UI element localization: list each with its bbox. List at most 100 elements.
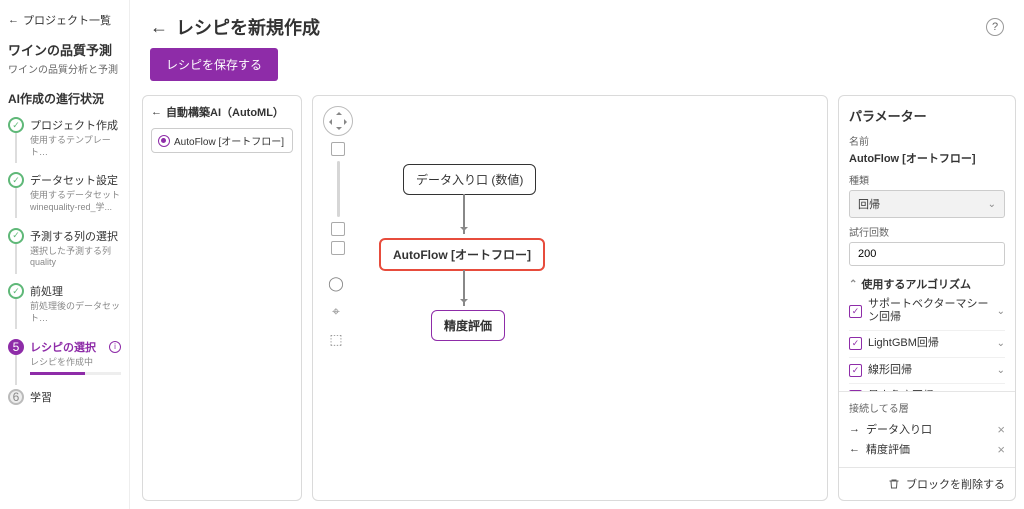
params-panel: パラメーター 名前 AutoFlow [オートフロー] 種類 回帰 ⌄ 試行回数… bbox=[838, 95, 1016, 501]
step-list: プロジェクト作成使用するテンプレート… データセット設定使用するデータセットwin… bbox=[8, 117, 121, 405]
step-title: レシピの選択i bbox=[30, 339, 121, 355]
page-title-row: ← レシピを新規作成 bbox=[150, 14, 320, 40]
delete-block-label: ブロックを削除する bbox=[906, 476, 1005, 492]
step-desc: レシピを作成中 bbox=[30, 357, 121, 369]
lasso-icon[interactable]: ◯ bbox=[327, 274, 345, 292]
step-title: 前処理 bbox=[30, 283, 121, 299]
step-title: プロジェクト作成 bbox=[30, 117, 121, 133]
remove-connection-in[interactable]: × bbox=[997, 422, 1005, 437]
step-title: 予測する列の選択 bbox=[30, 228, 121, 244]
help-icon[interactable]: ? bbox=[986, 18, 1004, 36]
chevron-down-icon: ⌄ bbox=[997, 338, 1005, 349]
trash-icon bbox=[888, 478, 900, 490]
param-trials-input[interactable] bbox=[849, 242, 1005, 266]
algorithm-list: ✓ サポートベクターマシーン回帰 ⌄ ✓ LightGBM回帰 ⌄ ✓ 線形回帰 ⌄ ✓最小角度回… bbox=[849, 292, 1005, 391]
node-autoflow[interactable]: AutoFlow [オートフロー] bbox=[379, 238, 545, 271]
arrow-left-icon: ← bbox=[849, 443, 860, 455]
arrow-left-icon: ← bbox=[8, 14, 19, 26]
page-title: レシピを新規作成 bbox=[176, 14, 320, 40]
connection-out-label: 精度評価 bbox=[866, 441, 910, 457]
step-pending-icon: 6 bbox=[8, 389, 24, 405]
step-6[interactable]: 6 学習 bbox=[8, 389, 121, 405]
project-title: ワインの品質予測 bbox=[8, 40, 121, 59]
param-type-value: 回帰 bbox=[858, 196, 880, 212]
algorithm-name: 線形回帰 bbox=[868, 364, 991, 377]
zoom-in-button[interactable] bbox=[331, 142, 345, 156]
connection-in-label: データ入り口 bbox=[866, 421, 932, 437]
algorithm-item[interactable]: ✓ サポートベクターマシーン回帰 ⌄ bbox=[849, 292, 1005, 331]
blocks-heading-label: 自動構築AI（AutoML） bbox=[166, 104, 284, 120]
page-header: ← レシピを新規作成 ? bbox=[130, 0, 1024, 48]
check-icon bbox=[8, 228, 24, 244]
zoom-out-button[interactable] bbox=[331, 222, 345, 236]
checkbox-icon[interactable]: ✓ bbox=[849, 364, 862, 377]
block-item-autoflow[interactable]: AutoFlow [オートフロー] bbox=[151, 128, 293, 153]
zoom-reset-button[interactable] bbox=[331, 241, 345, 255]
step-progress bbox=[30, 372, 121, 375]
flow-canvas[interactable]: ◯ ⌖ ⬚ データ入り口 (数値) AutoFlow [オートフロー] 精 bbox=[312, 95, 828, 501]
check-icon bbox=[8, 172, 24, 188]
node-autoflow-label: AutoFlow [オートフロー] bbox=[393, 248, 531, 262]
param-type-label: 種類 bbox=[849, 172, 1005, 187]
params-heading: パラメーター bbox=[849, 106, 1005, 125]
checkbox-icon[interactable]: ✓ bbox=[849, 305, 862, 318]
pan-control[interactable] bbox=[323, 106, 353, 136]
algorithm-name: サポートベクターマシーン回帰 bbox=[868, 298, 991, 324]
back-label: プロジェクト一覧 bbox=[23, 12, 111, 28]
remove-connection-out[interactable]: × bbox=[997, 442, 1005, 457]
step-current-icon: 5 bbox=[8, 339, 24, 355]
algorithm-name: LightGBM回帰 bbox=[868, 337, 991, 350]
connection-out: ← 精度評価 × bbox=[849, 439, 1005, 459]
blocks-heading[interactable]: ← 自動構築AI（AutoML） bbox=[151, 104, 293, 120]
step-3[interactable]: 予測する列の選択選択した予測する列quality bbox=[8, 228, 121, 269]
step-desc: 使用するデータセットwinequality-red_学... bbox=[30, 190, 121, 213]
algorithm-item[interactable]: ✓ LightGBM回帰 ⌄ bbox=[849, 331, 1005, 357]
delete-block-button[interactable]: ブロックを削除する bbox=[839, 467, 1015, 500]
zoom-controls bbox=[331, 142, 345, 255]
step-desc: 使用するテンプレート… bbox=[30, 135, 121, 158]
progress-heading: AI作成の進行状況 bbox=[8, 90, 121, 107]
edge-2 bbox=[463, 270, 465, 306]
chevron-up-icon: ⌃ bbox=[849, 279, 857, 290]
checkbox-icon[interactable]: ✓ bbox=[849, 337, 862, 350]
focus-icon[interactable]: ⌖ bbox=[327, 302, 345, 320]
block-item-label: AutoFlow [オートフロー] bbox=[174, 133, 284, 148]
main-area: ← レシピを新規作成 ? レシピを保存する ← 自動構築AI（AutoML） A… bbox=[130, 0, 1024, 509]
algo-heading[interactable]: ⌃ 使用するアルゴリズム bbox=[849, 276, 1005, 292]
step-title: 学習 bbox=[30, 389, 121, 405]
algorithm-item[interactable]: ✓最小角度回帰(Lars)⌄ bbox=[849, 384, 1005, 391]
arrow-left-icon: ← bbox=[151, 106, 162, 118]
edge-1 bbox=[463, 194, 465, 234]
arrow-left-icon[interactable]: ← bbox=[150, 17, 168, 38]
info-icon[interactable]: i bbox=[109, 341, 121, 353]
node-input[interactable]: データ入り口 (数値) bbox=[403, 164, 536, 195]
step-5[interactable]: 5 レシピの選択i レシピを作成中 bbox=[8, 339, 121, 376]
chevron-down-icon: ⌄ bbox=[997, 306, 1005, 317]
algorithm-item[interactable]: ✓ 線形回帰 ⌄ bbox=[849, 358, 1005, 384]
step-title: データセット設定 bbox=[30, 172, 121, 188]
crop-icon[interactable]: ⬚ bbox=[327, 330, 345, 348]
chevron-down-icon: ⌄ bbox=[997, 365, 1005, 376]
save-recipe-button[interactable]: レシピを保存する bbox=[150, 48, 278, 81]
step-1[interactable]: プロジェクト作成使用するテンプレート… bbox=[8, 117, 121, 158]
step-desc: 選択した予測する列quality bbox=[30, 246, 121, 269]
step-4[interactable]: 前処理前処理後のデータセット… bbox=[8, 283, 121, 324]
canvas-tools: ◯ ⌖ ⬚ bbox=[327, 274, 345, 348]
step-2[interactable]: データセット設定使用するデータセットwinequality-red_学... bbox=[8, 172, 121, 213]
node-eval[interactable]: 精度評価 bbox=[431, 310, 505, 341]
param-name-label: 名前 bbox=[849, 133, 1005, 148]
zoom-slider[interactable] bbox=[337, 161, 340, 217]
param-type-select[interactable]: 回帰 ⌄ bbox=[849, 190, 1005, 218]
param-trials-label: 試行回数 bbox=[849, 224, 1005, 239]
node-eval-label: 精度評価 bbox=[444, 319, 492, 333]
project-subtitle: ワインの品質分析と予測 bbox=[8, 61, 121, 76]
chevron-down-icon: ⌄ bbox=[988, 199, 996, 210]
step-desc: 前処理後のデータセット… bbox=[30, 301, 121, 324]
back-to-projects[interactable]: ← プロジェクト一覧 bbox=[8, 12, 121, 28]
connections-section: 接続してる層 → データ入り口 × ← 精度評価 × bbox=[839, 391, 1015, 467]
connection-in: → データ入り口 × bbox=[849, 419, 1005, 439]
node-input-label: データ入り口 (数値) bbox=[416, 173, 523, 187]
check-icon bbox=[8, 117, 24, 133]
connections-label: 接続してる層 bbox=[849, 400, 1005, 415]
autoflow-icon bbox=[158, 135, 170, 147]
